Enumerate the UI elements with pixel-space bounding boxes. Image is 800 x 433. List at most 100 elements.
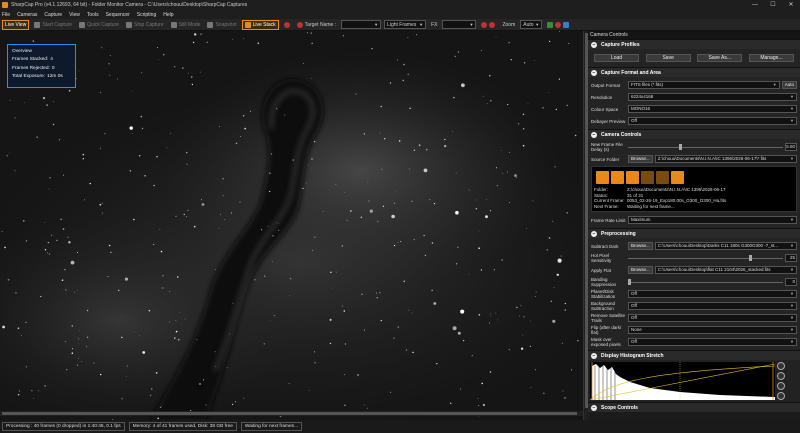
stop-capture-button[interactable]: Stop Capture [124,20,165,30]
snapshot-button[interactable]: Snapshot [205,20,238,30]
menu-sequencer[interactable]: Sequencer [106,12,130,18]
hot-pixel-input[interactable]: 25 [785,254,797,263]
menu-cameras[interactable]: Cameras [17,12,37,18]
save-button[interactable]: Save [645,54,691,62]
record-button[interactable] [282,20,292,30]
hot-pixel-slider[interactable] [628,254,783,262]
star [162,275,164,277]
still-mode-button[interactable]: Still Mode [169,20,203,30]
scope-controls-header[interactable]: − Scope Controls [588,402,800,413]
star [108,63,110,65]
browse-dark-button[interactable]: Browse... [628,242,653,251]
save-as-button[interactable]: Save As... [697,54,743,62]
star [530,387,532,388]
last-icon[interactable] [671,171,684,184]
start-capture-button[interactable]: Start Capture [32,20,74,30]
output-format-value: FITS files (*.fits) [631,82,664,87]
capture-format-header[interactable]: − Capture Format and Area [588,67,800,77]
star [389,82,392,84]
tool-buttons[interactable] [545,20,571,30]
auto-stretch-icon[interactable] [777,362,785,371]
star [20,335,22,336]
background-select[interactable]: Off ▼ [628,302,797,311]
star [44,249,47,251]
new-frame-delay-slider[interactable] [628,143,783,151]
load-button[interactable]: Load [594,54,639,62]
flip-select[interactable]: None ▼ [628,326,797,335]
star [100,373,102,376]
reticle-button[interactable] [479,20,497,30]
star [411,312,413,314]
frame-rate-select[interactable]: Maximum ▼ [628,216,797,225]
star [329,318,332,321]
banding-slider[interactable] [628,278,783,286]
preprocessing-header[interactable]: − Preprocessing [588,228,800,239]
maximize-button[interactable]: ☐ [764,0,782,10]
slider-knob[interactable] [628,279,631,286]
quick-capture-button[interactable]: Quick Capture [77,20,121,30]
manage-button[interactable]: Manage... [748,54,794,62]
horizontal-scrollbar[interactable] [0,411,583,416]
menu-help[interactable]: Help [163,12,173,18]
settings-icon[interactable] [777,382,785,391]
slider-knob[interactable] [679,144,683,150]
output-format-select[interactable]: FITS files (*.fits) ▼ [628,81,780,89]
debayer-select[interactable]: Off ▼ [628,117,797,125]
auto-button[interactable]: Auto [781,81,797,89]
star [335,183,337,185]
histogram-plot[interactable] [589,362,776,401]
target-name-input[interactable]: ▼ [341,20,382,29]
colour-space-value: MONO16 [631,106,651,111]
menu-view[interactable]: View [69,12,80,18]
zoom-select[interactable]: Auto ▼ [520,20,543,29]
close-button[interactable]: ✕ [782,0,800,10]
subtract-dark-select[interactable]: C:\Users\chouu\Desktop\Darks C11 180s G3… [654,242,797,251]
first-icon[interactable] [596,171,609,184]
collapse-icon[interactable]: − [591,352,597,359]
next-icon[interactable] [656,171,669,184]
browse-flat-button[interactable]: Browse... [628,266,653,275]
menu-scripting[interactable]: Scripting [137,12,156,18]
frame-type-select[interactable]: Light Frames ▼ [384,20,427,29]
collapse-icon[interactable]: − [591,69,597,76]
star [481,382,484,385]
satellite-select[interactable]: Off ▼ [628,314,797,323]
apply-flat-select[interactable]: C:\Users\chouu\Desktop\flat C11 2104\202… [654,266,797,275]
camera-controls-header[interactable]: − Camera Controls [588,129,800,139]
browse-button[interactable]: Browse... [628,155,653,163]
source-folder-select[interactable]: Z:\chouu\Documents\N.I.N.A\IC 1396\2026-… [654,155,797,163]
menu-tools[interactable]: Tools [87,12,99,18]
collapse-icon[interactable]: − [591,131,597,138]
live-view-button[interactable]: Live View [2,19,30,30]
fx-label-text: FX [431,21,438,28]
collapse-icon[interactable]: − [591,41,597,48]
save-icon[interactable] [777,392,785,401]
star [175,215,177,217]
collapse-icon[interactable]: − [591,230,597,237]
frame-rate-value: Maximum [631,217,651,223]
star [397,242,399,244]
star [25,240,28,242]
planet-select[interactable]: Off ▼ [628,290,797,299]
colour-space-select[interactable]: MONO16 ▼ [628,105,797,113]
resolution-select[interactable]: 6224x4168 ▼ [628,93,797,101]
new-frame-delay-input[interactable]: 5.50 [785,143,797,151]
menu-file[interactable]: File [2,12,10,18]
histogram-header[interactable]: − Display Histogram Stretch [588,350,800,361]
scroll-thumb[interactable] [2,412,577,415]
image-viewport[interactable] [0,31,583,420]
menu-capture[interactable]: Capture [44,12,62,18]
star [411,200,413,202]
previous-icon[interactable] [611,171,624,184]
banding-input[interactable]: 0 [785,278,797,287]
minimize-button[interactable]: — [746,0,764,10]
pause-icon[interactable] [626,171,639,184]
slider-knob[interactable] [748,255,752,262]
reset-icon[interactable] [777,372,785,381]
live-stack-button[interactable]: Live Stack [241,19,279,30]
repeat-icon[interactable] [641,171,654,184]
mask-select[interactable]: Off ▼ [628,338,797,347]
fx-select[interactable]: ▼ [442,20,477,29]
capture-profiles-header[interactable]: − Capture Profiles [588,39,800,49]
collapse-icon[interactable]: − [591,404,597,411]
